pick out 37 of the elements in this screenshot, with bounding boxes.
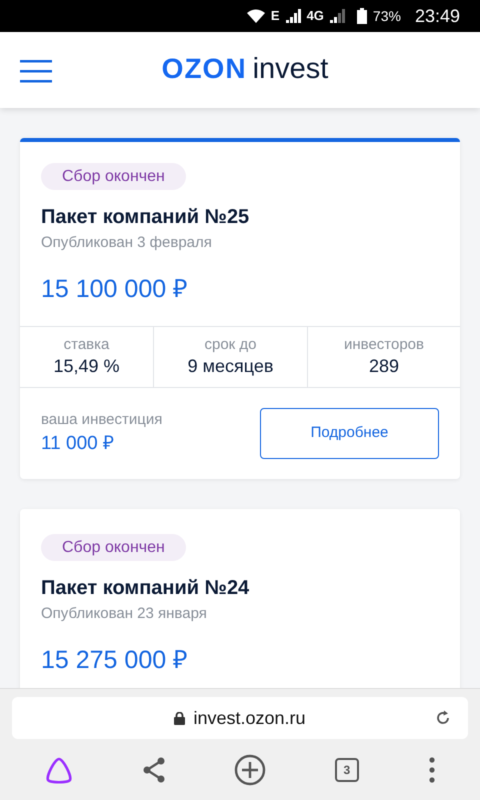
battery-level: 73% bbox=[372, 6, 401, 26]
signal-icon bbox=[286, 9, 301, 23]
investment-label: ваша инвестиция bbox=[41, 410, 162, 429]
add-icon[interactable] bbox=[234, 754, 266, 786]
status-badge: Сбор окончен bbox=[41, 534, 186, 561]
address-bar[interactable]: invest.ozon.ru bbox=[12, 697, 468, 739]
logo-product: invest bbox=[252, 52, 328, 88]
menu-icon[interactable] bbox=[20, 59, 52, 83]
network-type: E bbox=[270, 7, 280, 26]
stat-label: срок до bbox=[204, 336, 256, 354]
stat-value: 289 bbox=[368, 356, 400, 378]
card-title: Пакет компаний №24 bbox=[41, 576, 250, 600]
stat-value: 9 месяцев bbox=[188, 356, 274, 378]
total-amount: 15 275 000 ₽ bbox=[41, 644, 188, 675]
reload-icon[interactable] bbox=[435, 710, 451, 726]
publish-date: Опубликован 23 января bbox=[41, 604, 207, 623]
wifi-icon bbox=[246, 9, 265, 23]
investment-amount: 11 000 ₽ bbox=[41, 432, 115, 456]
clock: 23:49 bbox=[414, 4, 460, 28]
battery-icon bbox=[356, 8, 367, 24]
signal-icon bbox=[330, 9, 345, 23]
stat-label: ставка bbox=[64, 336, 110, 354]
publish-date: Опубликован 3 февраля bbox=[41, 234, 212, 252]
details-button[interactable]: Подробнее bbox=[260, 408, 439, 459]
card-title: Пакет компаний №25 bbox=[41, 205, 250, 229]
more-icon[interactable] bbox=[428, 756, 436, 782]
tabs-button[interactable]: 3 bbox=[334, 758, 359, 782]
total-amount: 15 100 000 ₽ bbox=[41, 274, 188, 304]
assistant-icon[interactable] bbox=[44, 756, 74, 784]
status-badge: Сбор окончен bbox=[41, 163, 186, 190]
stat-label: инвесторов bbox=[344, 336, 424, 354]
lock-icon bbox=[174, 712, 186, 724]
network-type: 4G bbox=[306, 7, 324, 26]
stat-value: 15,49 % bbox=[53, 356, 120, 378]
logo-brand: OZON bbox=[162, 52, 247, 86]
url-text: invest.ozon.ru bbox=[193, 706, 306, 730]
share-icon[interactable] bbox=[143, 756, 166, 782]
